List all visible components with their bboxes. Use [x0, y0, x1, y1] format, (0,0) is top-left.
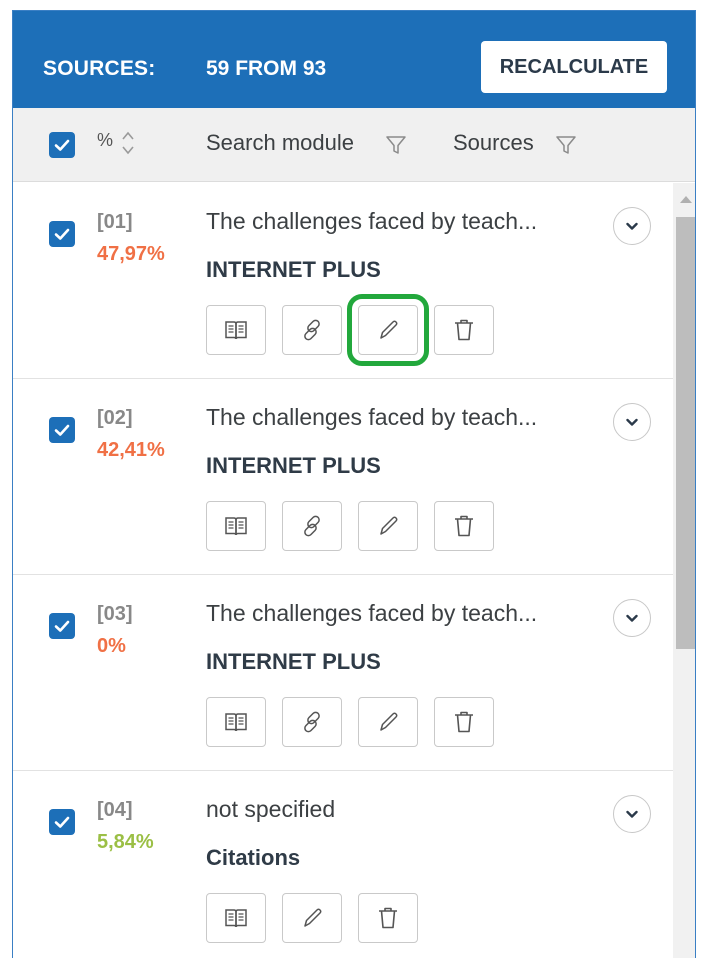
view-source-button[interactable] — [206, 697, 266, 747]
filter-icon[interactable] — [555, 134, 577, 156]
delete-button[interactable] — [358, 893, 418, 943]
book-icon — [221, 903, 251, 933]
source-checkbox[interactable] — [49, 221, 75, 247]
delete-button[interactable] — [434, 305, 494, 355]
chevron-down-icon — [626, 810, 638, 818]
pencil-icon — [373, 315, 403, 345]
source-actions — [206, 501, 494, 551]
trash-icon — [449, 511, 479, 541]
source-actions — [206, 893, 418, 943]
source-module: INTERNET PLUS — [206, 257, 381, 282]
source-percent: 5,84% — [97, 831, 154, 853]
edit-button[interactable] — [358, 697, 418, 747]
source-percent: 42,41% — [97, 439, 165, 461]
book-icon — [221, 707, 251, 737]
edit-button[interactable] — [282, 893, 342, 943]
expand-button[interactable] — [613, 207, 651, 245]
view-source-button[interactable] — [206, 893, 266, 943]
source-actions — [206, 697, 494, 747]
check-icon — [54, 620, 70, 632]
trash-icon — [449, 315, 479, 345]
edit-button[interactable] — [358, 501, 418, 551]
open-link-button[interactable] — [282, 501, 342, 551]
source-checkbox[interactable] — [49, 809, 75, 835]
source-list: [01] 47,97% The challenges faced by teac… — [13, 183, 673, 958]
percent-column-label: % — [97, 130, 114, 150]
filter-icon[interactable] — [385, 134, 407, 156]
source-item: [01] 47,97% The challenges faced by teac… — [13, 183, 673, 379]
source-number: [02] — [97, 407, 133, 429]
source-number: [01] — [97, 211, 133, 233]
source-item: [03] 0% The challenges faced by teach...… — [13, 575, 673, 771]
source-item: [02] 42,41% The challenges faced by teac… — [13, 379, 673, 575]
sources-header: SOURCES: 59 FROM 93 RECALCULATE — [13, 11, 695, 108]
sources-column-label: Sources — [453, 130, 534, 155]
expand-button[interactable] — [613, 403, 651, 441]
scroll-up-arrow-icon[interactable] — [680, 196, 692, 203]
sources-count: 59 FROM 93 — [206, 57, 327, 80]
expand-button[interactable] — [613, 599, 651, 637]
book-icon — [221, 315, 251, 345]
select-all-checkbox[interactable] — [49, 132, 75, 158]
open-link-button[interactable] — [282, 697, 342, 747]
view-source-button[interactable] — [206, 501, 266, 551]
link-icon — [297, 315, 327, 345]
recalculate-button[interactable]: RECALCULATE — [481, 41, 667, 93]
chevron-down-icon — [626, 222, 638, 230]
column-header: % Search module Sources — [13, 108, 695, 182]
book-icon — [221, 511, 251, 541]
source-checkbox[interactable] — [49, 417, 75, 443]
source-actions — [206, 294, 494, 366]
source-module: INTERNET PLUS — [206, 649, 381, 674]
source-percent: 0% — [97, 635, 126, 657]
pencil-icon — [373, 707, 403, 737]
sources-panel: SOURCES: 59 FROM 93 RECALCULATE % Search… — [12, 10, 696, 958]
sort-arrows-icon[interactable] — [121, 128, 135, 158]
check-icon — [54, 424, 70, 436]
pencil-icon — [373, 511, 403, 541]
expand-button[interactable] — [613, 795, 651, 833]
trash-icon — [373, 903, 403, 933]
search-module-column-label: Search module — [206, 130, 354, 155]
chevron-down-icon — [626, 614, 638, 622]
view-source-button[interactable] — [206, 305, 266, 355]
check-icon — [54, 228, 70, 240]
scrollbar-thumb[interactable] — [676, 217, 695, 649]
sources-label: SOURCES: — [43, 57, 156, 80]
source-title[interactable]: The challenges faced by teach... — [206, 208, 537, 235]
open-link-button[interactable] — [282, 305, 342, 355]
source-percent: 47,97% — [97, 243, 165, 265]
source-number: [04] — [97, 799, 133, 821]
trash-icon — [449, 707, 479, 737]
source-title[interactable]: not specified — [206, 796, 335, 823]
link-icon — [297, 707, 327, 737]
check-icon — [54, 139, 70, 151]
pencil-icon — [297, 903, 327, 933]
source-title[interactable]: The challenges faced by teach... — [206, 404, 537, 431]
source-checkbox[interactable] — [49, 613, 75, 639]
delete-button[interactable] — [434, 501, 494, 551]
link-icon — [297, 511, 327, 541]
source-number: [03] — [97, 603, 133, 625]
delete-button[interactable] — [434, 697, 494, 747]
edit-button[interactable] — [347, 294, 429, 366]
check-icon — [54, 816, 70, 828]
source-module: INTERNET PLUS — [206, 453, 381, 478]
source-module: Citations — [206, 845, 301, 870]
chevron-down-icon — [626, 418, 638, 426]
source-item: [04] 5,84% not specified Citations — [13, 771, 673, 958]
source-title[interactable]: The challenges faced by teach... — [206, 600, 537, 627]
